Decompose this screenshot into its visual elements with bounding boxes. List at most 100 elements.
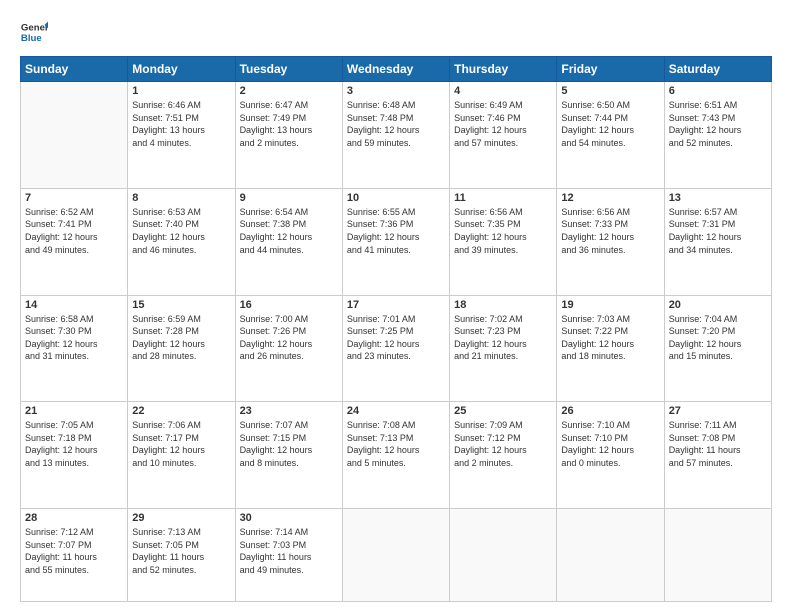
calendar-cell: 11Sunrise: 6:56 AMSunset: 7:35 PMDayligh… — [450, 188, 557, 295]
calendar-cell: 5Sunrise: 6:50 AMSunset: 7:44 PMDaylight… — [557, 82, 664, 189]
cell-info: Sunrise: 6:53 AMSunset: 7:40 PMDaylight:… — [132, 206, 230, 256]
calendar-cell — [450, 509, 557, 602]
day-number: 8 — [132, 192, 230, 204]
calendar-cell: 4 Sunrise: 6:49 AMSunset: 7:46 PMDaylight… — [450, 82, 557, 189]
calendar-cell: 21 Sunrise: 7:05 AMSunset: 7:18 PMDayligh… — [21, 402, 128, 509]
cell-info: Sunrise: 7:11 AMSunset: 7:08 PMDaylight:… — [669, 419, 767, 469]
calendar-cell: 24Sunrise: 7:08 AMSunset: 7:13 PMDayligh… — [342, 402, 449, 509]
cell-info: Sunrise: 7:14 AMSunset: 7:03 PMDaylight:… — [240, 526, 338, 576]
day-number: 23 — [240, 405, 338, 417]
day-number: 14 — [25, 299, 123, 311]
day-number: 4 — [454, 85, 552, 97]
cell-info: Sunrise: 7:10 AMSunset: 7:10 PMDaylight:… — [561, 419, 659, 469]
calendar-cell: 6 Sunrise: 6:51 AMSunset: 7:43 PMDaylight… — [664, 82, 771, 189]
logo: General Blue — [20, 18, 48, 46]
day-number: 16 — [240, 299, 338, 311]
header: General Blue — [20, 18, 772, 46]
calendar-cell: 3 Sunrise: 6:48 AMSunset: 7:48 PMDaylight… — [342, 82, 449, 189]
cell-info: Sunrise: 6:55 AMSunset: 7:36 PMDaylight:… — [347, 206, 445, 256]
calendar-cell: 27 Sunrise: 7:11 AMSunset: 7:08 PMDayligh… — [664, 402, 771, 509]
calendar-cell: 10 Sunrise: 6:55 AMSunset: 7:36 PMDayligh… — [342, 188, 449, 295]
cell-info: Sunrise: 6:56 AMSunset: 7:33 PMDaylight:… — [561, 206, 659, 256]
calendar-cell: 15 Sunrise: 6:59 AMSunset: 7:28 PMDayligh… — [128, 295, 235, 402]
calendar-cell: 7 Sunrise: 6:52 AMSunset: 7:41 PMDaylight… — [21, 188, 128, 295]
calendar-cell: 19 Sunrise: 7:03 AMSunset: 7:22 PMDayligh… — [557, 295, 664, 402]
cell-info: Sunrise: 7:13 AMSunset: 7:05 PMDaylight:… — [132, 526, 230, 576]
day-number: 30 — [240, 512, 338, 524]
day-number: 17 — [347, 299, 445, 311]
cell-info: Sunrise: 7:05 AMSunset: 7:18 PMDaylight:… — [25, 419, 123, 469]
day-number: 28 — [25, 512, 123, 524]
calendar-cell — [21, 82, 128, 189]
calendar-cell: 12 Sunrise: 6:56 AMSunset: 7:33 PMDayligh… — [557, 188, 664, 295]
cell-info: Sunrise: 7:07 AMSunset: 7:15 PMDaylight:… — [240, 419, 338, 469]
day-number: 19 — [561, 299, 659, 311]
day-number: 29 — [132, 512, 230, 524]
calendar-cell: 9 Sunrise: 6:54 AMSunset: 7:38 PMDaylight… — [235, 188, 342, 295]
cell-info: Sunrise: 6:47 AMSunset: 7:49 PMDaylight:… — [240, 99, 338, 149]
day-number: 21 — [25, 405, 123, 417]
cell-info: Sunrise: 7:00 AMSunset: 7:26 PMDaylight:… — [240, 313, 338, 363]
calendar-cell: 16 Sunrise: 7:00 AMSunset: 7:26 PMDayligh… — [235, 295, 342, 402]
calendar: SundayMondayTuesdayWednesdayThursdayFrid… — [20, 56, 772, 602]
day-number: 2 — [240, 85, 338, 97]
cell-info: Sunrise: 6:52 AMSunset: 7:41 PMDaylight:… — [25, 206, 123, 256]
calendar-cell: 26 Sunrise: 7:10 AMSunset: 7:10 PMDayligh… — [557, 402, 664, 509]
weekday-header-sunday: Sunday — [21, 57, 128, 82]
cell-info: Sunrise: 6:54 AMSunset: 7:38 PMDaylight:… — [240, 206, 338, 256]
cell-info: Sunrise: 6:59 AMSunset: 7:28 PMDaylight:… — [132, 313, 230, 363]
day-number: 18 — [454, 299, 552, 311]
calendar-cell: 30 Sunrise: 7:14 AMSunset: 7:03 PMDayligh… — [235, 509, 342, 602]
calendar-cell — [664, 509, 771, 602]
day-number: 13 — [669, 192, 767, 204]
cell-info: Sunrise: 7:01 AMSunset: 7:25 PMDaylight:… — [347, 313, 445, 363]
weekday-header-thursday: Thursday — [450, 57, 557, 82]
calendar-cell: 20Sunrise: 7:04 AMSunset: 7:20 PMDayligh… — [664, 295, 771, 402]
day-number: 26 — [561, 405, 659, 417]
weekday-header-monday: Monday — [128, 57, 235, 82]
cell-info: Sunrise: 7:06 AMSunset: 7:17 PMDaylight:… — [132, 419, 230, 469]
calendar-cell: 2 Sunrise: 6:47 AMSunset: 7:49 PMDaylight… — [235, 82, 342, 189]
cell-info: Sunrise: 7:02 AMSunset: 7:23 PMDaylight:… — [454, 313, 552, 363]
weekday-header-saturday: Saturday — [664, 57, 771, 82]
week-row-2: 14Sunrise: 6:58 AMSunset: 7:30 PMDayligh… — [21, 295, 772, 402]
week-row-3: 21 Sunrise: 7:05 AMSunset: 7:18 PMDayligh… — [21, 402, 772, 509]
day-number: 15 — [132, 299, 230, 311]
day-number: 12 — [561, 192, 659, 204]
calendar-cell: 13 Sunrise: 6:57 AMSunset: 7:31 PMDayligh… — [664, 188, 771, 295]
svg-text:Blue: Blue — [21, 33, 42, 44]
week-row-4: 28Sunrise: 7:12 AMSunset: 7:07 PMDayligh… — [21, 509, 772, 602]
weekday-header-row: SundayMondayTuesdayWednesdayThursdayFrid… — [21, 57, 772, 82]
cell-info: Sunrise: 6:49 AMSunset: 7:46 PMDaylight:… — [454, 99, 552, 149]
day-number: 20 — [669, 299, 767, 311]
calendar-cell: 25Sunrise: 7:09 AMSunset: 7:12 PMDayligh… — [450, 402, 557, 509]
week-row-1: 7 Sunrise: 6:52 AMSunset: 7:41 PMDaylight… — [21, 188, 772, 295]
weekday-header-tuesday: Tuesday — [235, 57, 342, 82]
cell-info: Sunrise: 6:48 AMSunset: 7:48 PMDaylight:… — [347, 99, 445, 149]
cell-info: Sunrise: 6:51 AMSunset: 7:43 PMDaylight:… — [669, 99, 767, 149]
calendar-cell: 28Sunrise: 7:12 AMSunset: 7:07 PMDayligh… — [21, 509, 128, 602]
day-number: 10 — [347, 192, 445, 204]
calendar-cell: 14Sunrise: 6:58 AMSunset: 7:30 PMDayligh… — [21, 295, 128, 402]
logo-icon: General Blue — [20, 18, 48, 46]
day-number: 6 — [669, 85, 767, 97]
day-number: 9 — [240, 192, 338, 204]
calendar-cell — [342, 509, 449, 602]
calendar-cell: 29 Sunrise: 7:13 AMSunset: 7:05 PMDayligh… — [128, 509, 235, 602]
weekday-header-wednesday: Wednesday — [342, 57, 449, 82]
day-number: 7 — [25, 192, 123, 204]
day-number: 5 — [561, 85, 659, 97]
svg-text:General: General — [21, 22, 48, 33]
day-number: 25 — [454, 405, 552, 417]
day-number: 3 — [347, 85, 445, 97]
cell-info: Sunrise: 7:08 AMSunset: 7:13 PMDaylight:… — [347, 419, 445, 469]
calendar-cell: 8 Sunrise: 6:53 AMSunset: 7:40 PMDaylight… — [128, 188, 235, 295]
calendar-cell: 23 Sunrise: 7:07 AMSunset: 7:15 PMDayligh… — [235, 402, 342, 509]
weekday-header-friday: Friday — [557, 57, 664, 82]
page: General Blue SundayMondayTuesdayWednesda… — [0, 0, 792, 612]
cell-info: Sunrise: 6:57 AMSunset: 7:31 PMDaylight:… — [669, 206, 767, 256]
cell-info: Sunrise: 7:03 AMSunset: 7:22 PMDaylight:… — [561, 313, 659, 363]
day-number: 27 — [669, 405, 767, 417]
cell-info: Sunrise: 6:46 AMSunset: 7:51 PMDaylight:… — [132, 99, 230, 149]
calendar-cell: 17 Sunrise: 7:01 AMSunset: 7:25 PMDayligh… — [342, 295, 449, 402]
